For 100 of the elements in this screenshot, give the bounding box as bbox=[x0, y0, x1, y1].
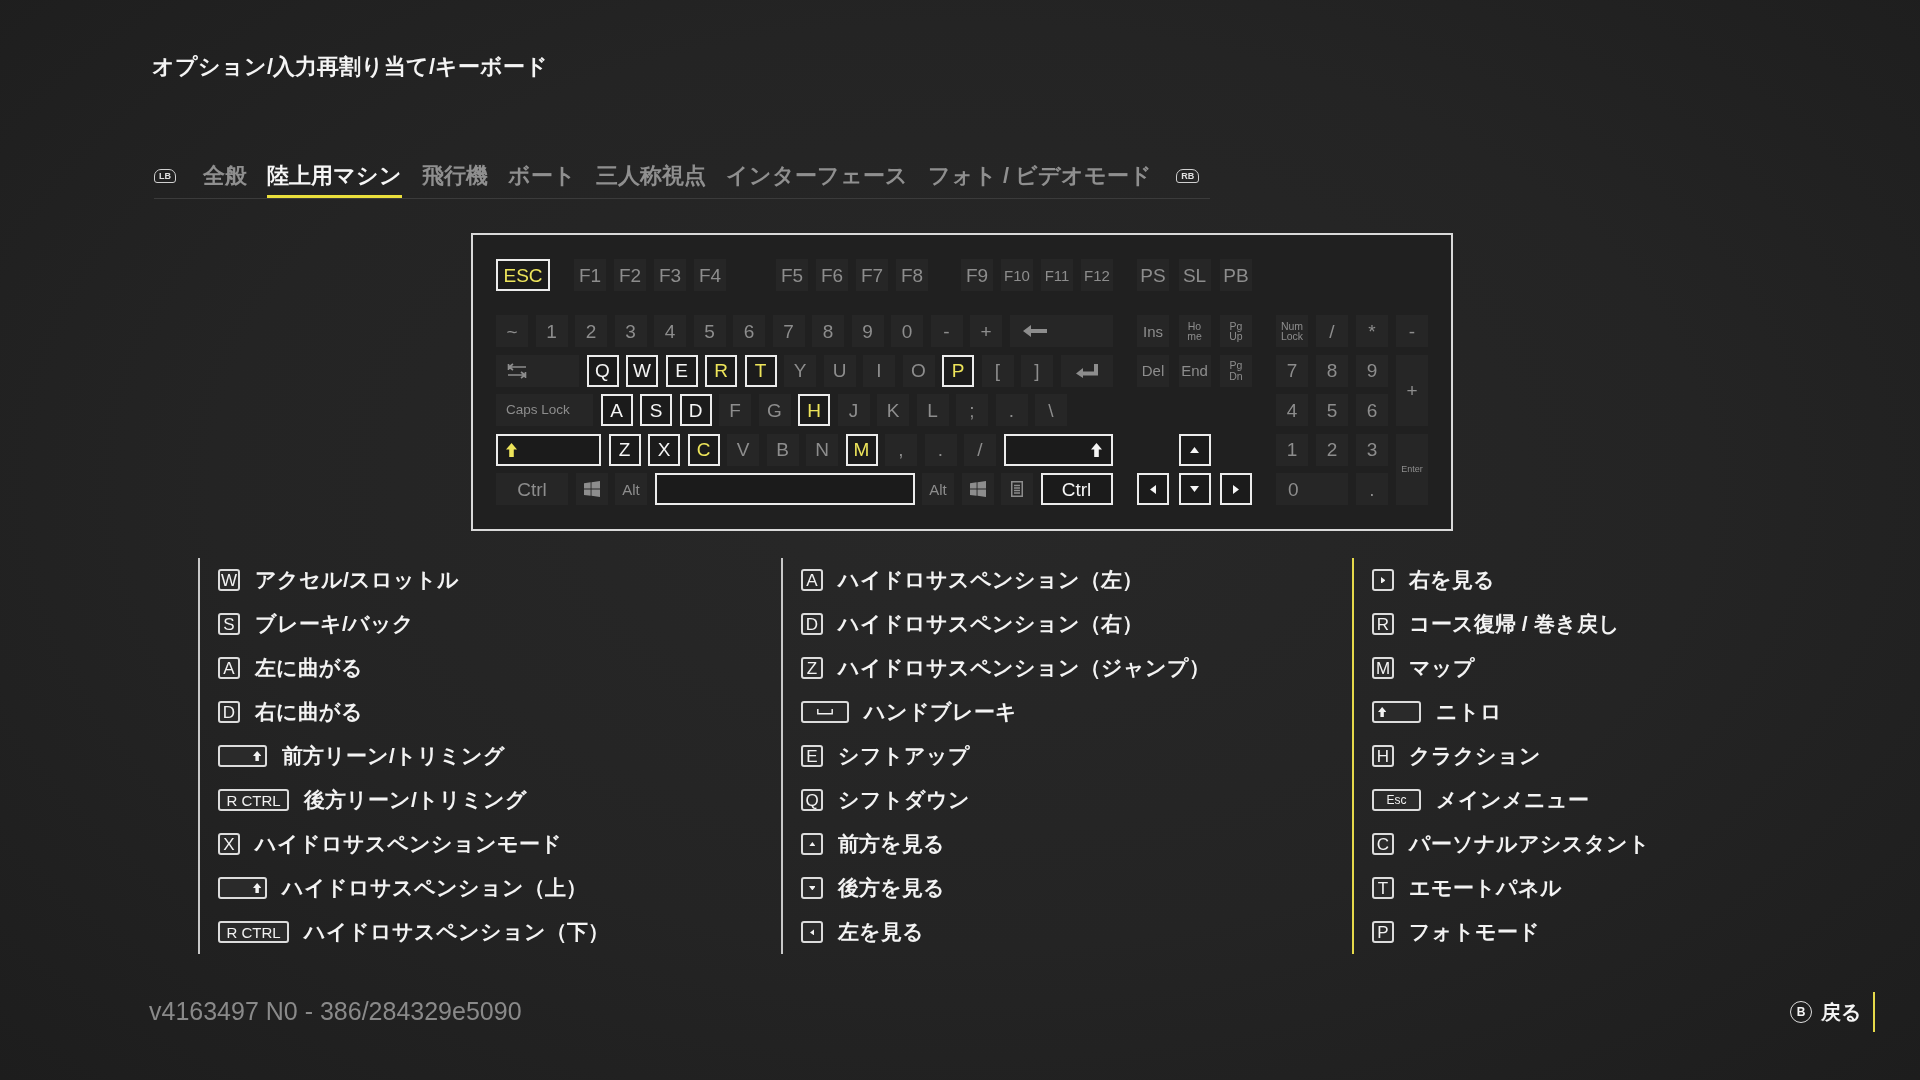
keyboard-key: / bbox=[1316, 315, 1348, 347]
keyboard-key: I bbox=[863, 354, 895, 387]
action-label: シフトダウン bbox=[838, 787, 970, 813]
space-bar-icon bbox=[817, 709, 833, 715]
keycap: H bbox=[1372, 745, 1394, 767]
keyboard-key: L bbox=[916, 394, 949, 426]
keyboard-key: 9 bbox=[1356, 354, 1388, 387]
keyboard-key: G bbox=[758, 394, 791, 426]
keyboard-key: F8 bbox=[896, 259, 928, 291]
keyboard-key: Ctrl bbox=[1040, 473, 1113, 505]
keyboard-key: - bbox=[930, 315, 963, 347]
keycap: R CTRL bbox=[218, 789, 289, 811]
triangle-left-icon bbox=[809, 928, 815, 936]
keycap: D bbox=[801, 613, 823, 635]
tab[interactable]: 全般 bbox=[203, 162, 247, 198]
keycap: W bbox=[218, 569, 240, 591]
keyboard-key: B bbox=[766, 433, 799, 466]
action-label: 右に曲がる bbox=[255, 699, 363, 725]
keyboard-key: 5 bbox=[1316, 394, 1348, 426]
action-label: 前方リーン/トリミング bbox=[282, 743, 505, 769]
keyboard-key: F5 bbox=[776, 259, 808, 291]
return-arrow-icon bbox=[1075, 363, 1098, 378]
keycap: A bbox=[218, 657, 240, 679]
keyboard-key: ESC bbox=[496, 259, 550, 291]
keyboard-key: Caps Lock bbox=[496, 394, 593, 426]
keyboard-key: V bbox=[727, 433, 759, 466]
up-arrow-icon bbox=[252, 750, 261, 762]
keyboard-key: 4 bbox=[654, 315, 686, 347]
window-panes-icon bbox=[969, 481, 986, 497]
keycap: X bbox=[218, 833, 240, 855]
keyboard-key: 3 bbox=[1356, 433, 1388, 466]
tab-icon bbox=[507, 362, 527, 379]
tab[interactable]: ボート bbox=[508, 162, 576, 198]
keyboard-key: \ bbox=[1035, 394, 1067, 426]
keyboard-key: Enter bbox=[1396, 433, 1428, 505]
keyboard-key: . bbox=[995, 394, 1028, 426]
keyboard-key: F bbox=[719, 394, 751, 426]
keyboard-key: 7 bbox=[1276, 354, 1308, 387]
tab[interactable]: 三人称視点 bbox=[596, 162, 706, 198]
keycap: S bbox=[218, 613, 240, 635]
keyboard-key: F2 bbox=[614, 259, 646, 291]
keyboard-key: , bbox=[885, 433, 917, 466]
tab[interactable]: 陸上用マシン bbox=[267, 162, 402, 198]
keyboard-key: Ho me bbox=[1178, 315, 1211, 347]
keyboard-key: F12 bbox=[1081, 259, 1113, 291]
keyboard-key: F11 bbox=[1041, 259, 1073, 291]
action-label: ハイドロサスペンションモード bbox=[255, 831, 562, 857]
keyboard-key: Alt bbox=[922, 473, 954, 505]
keyboard-key: F3 bbox=[654, 259, 686, 291]
keyboard-key: Q bbox=[586, 354, 619, 387]
keyboard-key: X bbox=[648, 433, 680, 466]
keyboard-key: J bbox=[837, 394, 870, 426]
triangle-right-icon bbox=[1380, 576, 1386, 584]
action-label: コース復帰 / 巻き戻し bbox=[1409, 611, 1620, 637]
keyboard-key: ] bbox=[1021, 354, 1053, 387]
keyboard-key: A bbox=[600, 394, 633, 426]
triangle-left-icon bbox=[1150, 484, 1156, 494]
keyboard-key: C bbox=[687, 433, 720, 466]
action-label: ハイドロサスペンション（下） bbox=[304, 919, 609, 945]
keyboard-key: R bbox=[705, 354, 737, 387]
action-label: エモートパネル bbox=[1409, 875, 1562, 901]
action-label: 前方を見る bbox=[838, 831, 945, 857]
keyboard-key: 0 bbox=[891, 315, 923, 347]
keyboard-key: T bbox=[744, 354, 777, 387]
keyboard-key: 8 bbox=[1316, 354, 1348, 387]
keyboard-key: Ctrl bbox=[496, 473, 568, 505]
keyboard-key: - bbox=[1396, 315, 1428, 347]
keycap: T bbox=[1372, 877, 1394, 899]
action-label: ハイドロサスペンション（上） bbox=[282, 875, 587, 901]
keyboard-key: SL bbox=[1178, 259, 1211, 291]
version-label: v4163497 N0 - 386/284329e5090 bbox=[149, 996, 522, 1028]
action-label: シフトアップ bbox=[838, 743, 970, 769]
keyboard-key: F7 bbox=[856, 259, 888, 291]
keyboard-key: Del bbox=[1137, 354, 1169, 387]
list-icon bbox=[1011, 481, 1023, 497]
keycap: D bbox=[218, 701, 240, 723]
keyboard-key: 6 bbox=[733, 315, 765, 347]
keycap: P bbox=[1372, 921, 1394, 943]
action-label: パーソナルアシスタント bbox=[1409, 831, 1650, 857]
keycap: Q bbox=[801, 789, 823, 811]
action-label: ハイドロサスペンション（ジャンプ） bbox=[838, 655, 1210, 681]
keyboard-key: F4 bbox=[694, 259, 726, 291]
tab[interactable]: フォト / ビデオモード bbox=[928, 162, 1153, 198]
breadcrumb: オプション/入力再割り当て/キーボード bbox=[152, 54, 549, 79]
keyboard-key: N bbox=[806, 433, 838, 466]
action-label: 後方を見る bbox=[838, 875, 945, 901]
tab[interactable]: インターフェース bbox=[726, 162, 908, 198]
keyboard-key: P bbox=[942, 354, 974, 387]
tab[interactable]: 飛行機 bbox=[422, 162, 488, 198]
up-arrow-icon bbox=[252, 882, 261, 894]
keyboard-key: 7 bbox=[772, 315, 805, 347]
keycap: R bbox=[1372, 613, 1394, 635]
action-label: フォトモード bbox=[1409, 919, 1540, 945]
keycap: Esc bbox=[1372, 789, 1421, 811]
action-label: クラクション bbox=[1409, 743, 1541, 769]
action-label: マップ bbox=[1409, 655, 1475, 681]
back-button[interactable]: B 戻る bbox=[1790, 997, 1861, 1027]
keyboard-key: Ins bbox=[1137, 315, 1169, 347]
keyboard-key: Alt bbox=[615, 473, 647, 505]
keycap: A bbox=[801, 569, 823, 591]
